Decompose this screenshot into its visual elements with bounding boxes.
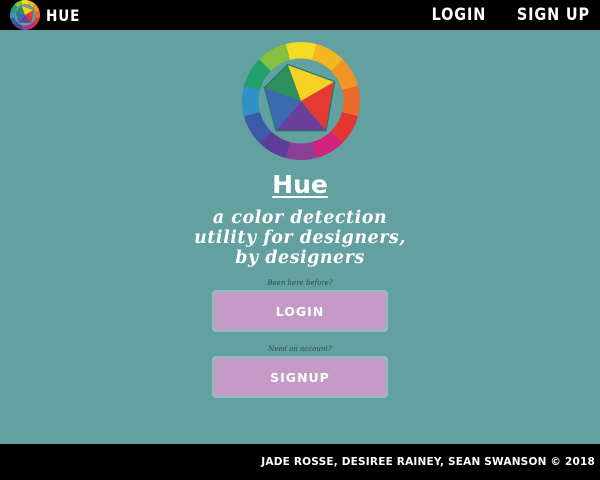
footer: JADE ROSSE, DESIREE RAINEY, SEAN SWANSON… bbox=[0, 444, 600, 480]
tagline: a color detection utility for designers,… bbox=[0, 208, 600, 268]
wheel-segment bbox=[21, 0, 29, 5]
nav-links: LOGIN SIGN UP bbox=[404, 5, 590, 25]
wheel-segment bbox=[342, 85, 360, 117]
wheel-segment bbox=[21, 25, 29, 30]
login-button[interactable]: LOGIN bbox=[212, 290, 388, 332]
brand-name: HUE bbox=[46, 5, 81, 25]
wheel-segment bbox=[10, 11, 15, 19]
wheel-segment bbox=[285, 42, 317, 60]
signup-button[interactable]: SIGNUP bbox=[212, 356, 388, 398]
wheel-segment bbox=[35, 11, 40, 19]
footer-credits: JADE ROSSE, DESIREE RAINEY, SEAN SWANSON… bbox=[261, 456, 595, 468]
signup-prompt: Need an account? bbox=[268, 345, 332, 353]
tagline-line-1: a color detection bbox=[212, 208, 388, 228]
nav-signup-link[interactable]: SIGN UP bbox=[517, 5, 590, 25]
tagline-line-2: utility for designers, bbox=[194, 228, 406, 248]
nav-login-link[interactable]: LOGIN bbox=[432, 5, 487, 25]
color-wheel-hero-icon bbox=[242, 42, 360, 160]
wheel-segment bbox=[285, 142, 317, 160]
tagline-line-3: by designers bbox=[235, 248, 365, 268]
login-prompt: Been here before? bbox=[267, 279, 333, 287]
color-wheel-logo-icon bbox=[10, 0, 40, 30]
brand-link[interactable]: HUE bbox=[10, 0, 86, 30]
wheel-segment bbox=[242, 85, 260, 117]
top-navbar: HUE LOGIN SIGN UP bbox=[0, 0, 600, 30]
app-title: Hue bbox=[272, 170, 328, 199]
